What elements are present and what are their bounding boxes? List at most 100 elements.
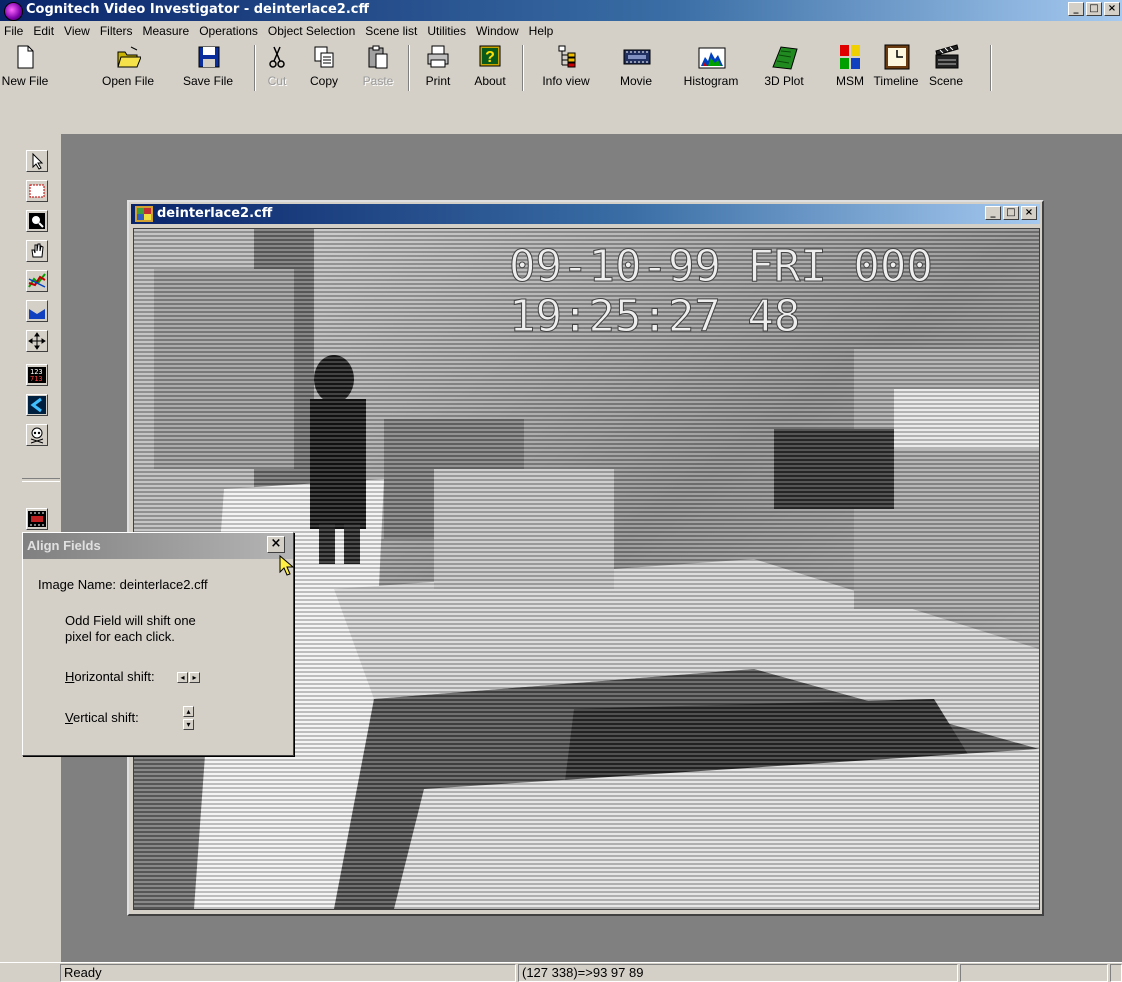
arrow-pointer-icon[interactable] bbox=[26, 150, 48, 172]
scene-label: Scene bbox=[928, 74, 964, 88]
toolbar-separator bbox=[408, 45, 410, 91]
copy-icon bbox=[311, 43, 337, 71]
save-file-label: Save File bbox=[182, 74, 234, 88]
3d-plot-button[interactable]: 3D Plot bbox=[758, 43, 810, 91]
horizontal-shift-label: Horizontal shift: bbox=[65, 669, 155, 684]
paste-button[interactable]: Paste bbox=[356, 43, 400, 91]
copy-label: Copy bbox=[309, 74, 338, 88]
toolbar-separator bbox=[254, 45, 256, 91]
copy-button[interactable]: Copy bbox=[302, 43, 346, 91]
msm-grid-icon bbox=[837, 43, 863, 71]
timeline-button[interactable]: Timeline bbox=[868, 43, 924, 91]
movie-button[interactable]: Movie bbox=[614, 43, 658, 91]
clapperboard-icon bbox=[933, 43, 959, 71]
app-title-bar[interactable]: Cognitech Video Investigator - deinterla… bbox=[0, 0, 1122, 21]
histogram-icon bbox=[698, 43, 726, 71]
toolbar-separator bbox=[522, 45, 524, 91]
open-file-button[interactable]: Open File bbox=[96, 43, 160, 91]
vertical-shift-down-button[interactable]: ▾ bbox=[183, 719, 194, 730]
clipboard-icon bbox=[365, 43, 391, 71]
dialog-close-button[interactable]: × bbox=[267, 536, 285, 553]
kit-icon[interactable] bbox=[26, 394, 48, 416]
image-window-icon bbox=[135, 206, 153, 222]
new-file-button[interactable]: New File bbox=[0, 43, 50, 91]
menu-utilities[interactable]: Utilities bbox=[422, 24, 471, 38]
horizontal-shift-right-button[interactable]: ▸ bbox=[189, 672, 200, 683]
child-maximize-button[interactable]: □ bbox=[1003, 206, 1019, 220]
move-icon[interactable] bbox=[26, 330, 48, 352]
vertical-shift-label: Vertical shift: bbox=[65, 710, 139, 725]
film-strip-icon bbox=[623, 43, 651, 71]
menu-measure[interactable]: Measure bbox=[138, 24, 195, 38]
menu-scene-list[interactable]: Scene list bbox=[360, 24, 422, 38]
film-icon[interactable] bbox=[26, 508, 48, 530]
status-panel-grip bbox=[1110, 964, 1122, 982]
new-file-label: New File bbox=[1, 74, 49, 88]
msm-label: MSM bbox=[836, 74, 864, 88]
status-bar: Ready (127 338)=>93 97 89 bbox=[0, 962, 1122, 982]
about-button[interactable]: ? About bbox=[468, 43, 512, 91]
rectangle-select-icon[interactable] bbox=[26, 180, 48, 202]
minimize-button[interactable]: _ bbox=[1068, 2, 1084, 16]
movie-label: Movie bbox=[619, 74, 652, 88]
print-button[interactable]: Print bbox=[418, 43, 458, 91]
horizontal-shift-left-button[interactable]: ◂ bbox=[177, 672, 188, 683]
image-window-caption-buttons: _ □ × bbox=[983, 206, 1037, 220]
3d-plot-icon bbox=[771, 43, 798, 71]
window-caption-buttons: _ □ × bbox=[1066, 2, 1120, 16]
paste-label: Paste bbox=[362, 74, 394, 88]
child-minimize-button[interactable]: _ bbox=[985, 206, 1001, 220]
open-folder-icon bbox=[115, 43, 142, 71]
main-toolbar: New File Open File Save File Cut Copy Pa… bbox=[0, 41, 1122, 133]
line-profile-icon[interactable] bbox=[26, 270, 48, 292]
align-fields-title-bar[interactable]: Align Fields × bbox=[23, 533, 293, 559]
save-file-button[interactable]: Save File bbox=[175, 43, 241, 91]
new-file-icon bbox=[12, 43, 38, 71]
menu-filters[interactable]: Filters bbox=[95, 24, 138, 38]
image-window-title-bar[interactable]: deinterlace2.cff _ □ × bbox=[131, 204, 1040, 224]
shift-note-line1: Odd Field will shift one bbox=[65, 613, 196, 628]
hand-pan-icon[interactable] bbox=[26, 240, 48, 262]
timeline-label: Timeline bbox=[873, 74, 919, 88]
svg-text:713: 713 bbox=[30, 375, 43, 383]
maximize-button[interactable]: □ bbox=[1086, 2, 1102, 16]
skull-icon[interactable] bbox=[26, 424, 48, 446]
print-label: Print bbox=[425, 74, 451, 88]
cut-button[interactable]: Cut bbox=[262, 43, 292, 91]
3d-plot-label: 3D Plot bbox=[764, 74, 804, 88]
toolbar-separator bbox=[990, 45, 992, 91]
child-close-button[interactable]: × bbox=[1021, 206, 1037, 220]
fill-icon[interactable] bbox=[26, 300, 48, 322]
cut-label: Cut bbox=[267, 74, 287, 88]
info-view-button[interactable]: Info view bbox=[536, 43, 596, 91]
align-fields-title: Align Fields bbox=[27, 538, 101, 553]
menu-view[interactable]: View bbox=[59, 24, 95, 38]
menu-bar: File Edit View Filters Measure Operation… bbox=[0, 21, 1122, 41]
timestamp-date: 09-10-99 FRI 000 bbox=[509, 241, 933, 292]
tool-palette: 123 713 bbox=[22, 142, 62, 756]
msm-button[interactable]: MSM bbox=[832, 43, 868, 91]
menu-help[interactable]: Help bbox=[524, 24, 559, 38]
svg-text:?: ? bbox=[485, 49, 495, 66]
histogram-label: Histogram bbox=[683, 74, 739, 88]
status-coordinates: (127 338)=>93 97 89 bbox=[518, 964, 958, 982]
vertical-shift-up-button[interactable]: ▴ bbox=[183, 706, 194, 717]
numbers-icon[interactable]: 123 713 bbox=[26, 364, 48, 386]
scene-button[interactable]: Scene bbox=[924, 43, 968, 91]
timeline-clock-icon bbox=[883, 43, 910, 71]
menu-window[interactable]: Window bbox=[471, 24, 524, 38]
histogram-button[interactable]: Histogram bbox=[674, 43, 748, 91]
app-logo-icon[interactable] bbox=[4, 2, 23, 21]
floppy-disk-icon bbox=[195, 43, 221, 71]
status-text: Ready bbox=[60, 964, 516, 982]
menu-object-selection[interactable]: Object Selection bbox=[263, 24, 360, 38]
shift-note-line2: pixel for each click. bbox=[65, 629, 175, 644]
align-fields-dialog[interactable]: Align Fields × Image Name: deinterlace2.… bbox=[22, 532, 294, 756]
about-label: About bbox=[474, 74, 506, 88]
menu-operations[interactable]: Operations bbox=[194, 24, 263, 38]
tree-view-icon bbox=[553, 43, 579, 71]
menu-file[interactable]: File bbox=[0, 24, 28, 38]
zoom-icon[interactable] bbox=[26, 210, 48, 232]
menu-edit[interactable]: Edit bbox=[28, 24, 59, 38]
close-button[interactable]: × bbox=[1104, 2, 1120, 16]
